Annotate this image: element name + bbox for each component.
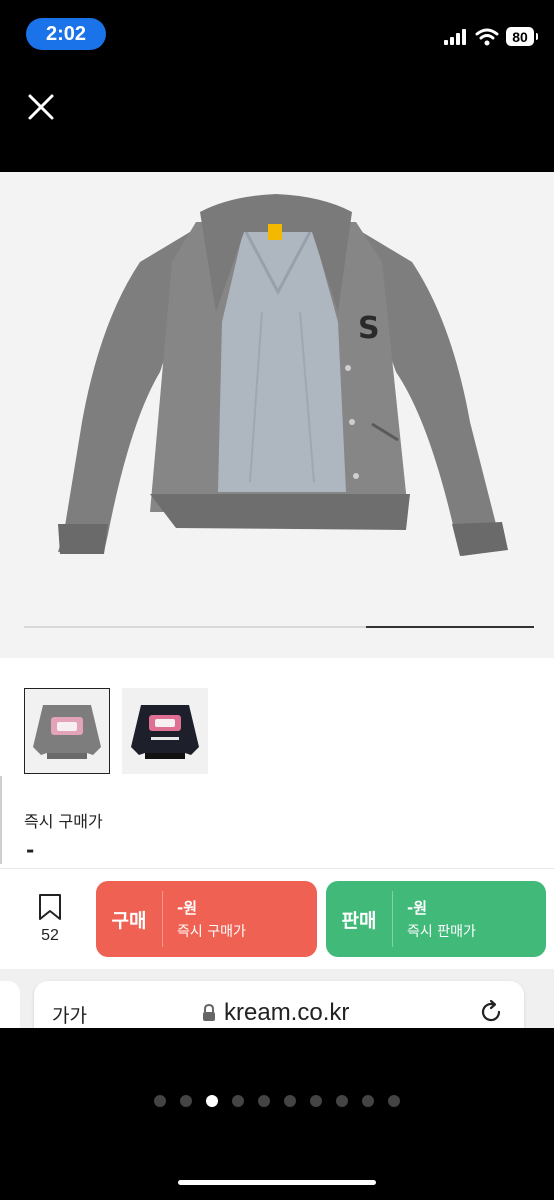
svg-text:S: S: [358, 311, 380, 346]
screenshot-viewer: S 즉시 구매가 - 52 구매 -원 즉시 구매가 판매 -원 즉시 판매가 …: [0, 172, 554, 1028]
page-dot[interactable]: [336, 1095, 348, 1107]
bookmark-count: 52: [41, 927, 59, 944]
page-dot[interactable]: [388, 1095, 400, 1107]
page-dot[interactable]: [362, 1095, 374, 1107]
buy-button[interactable]: 구매 -원 즉시 구매가: [96, 881, 317, 957]
page-dot[interactable]: [284, 1095, 296, 1107]
previous-tab-card[interactable]: [0, 981, 20, 1028]
sell-button[interactable]: 판매 -원 즉시 판매가: [326, 881, 546, 957]
sell-label: 판매: [341, 909, 377, 932]
page-dot[interactable]: [258, 1095, 270, 1107]
browser-toolbar: 가가 kream.co.kr: [0, 969, 554, 1028]
bookmark-button[interactable]: 52: [28, 893, 72, 945]
lock-icon: [203, 1004, 215, 1021]
page-indicator[interactable]: [154, 1095, 400, 1107]
status-time: 2:02: [26, 18, 106, 50]
page-dot[interactable]: [232, 1095, 244, 1107]
status-icons: 80: [444, 27, 538, 46]
url-text: kream.co.kr: [224, 999, 350, 1026]
page-dot[interactable]: [206, 1095, 218, 1107]
buy-price: -원: [177, 899, 198, 917]
wifi-icon: [475, 28, 499, 45]
product-main-image[interactable]: S: [0, 172, 554, 658]
url-display[interactable]: kream.co.kr: [202, 999, 349, 1027]
sell-info: -원 즉시 판매가: [393, 897, 476, 941]
battery-indicator: 80: [506, 27, 538, 46]
page-dot[interactable]: [180, 1095, 192, 1107]
close-button[interactable]: [22, 88, 60, 126]
thumbnail-list: [24, 688, 208, 774]
sell-sub-label: 즉시 판매가: [407, 924, 476, 940]
buy-label: 구매: [111, 909, 147, 932]
buy-sub-label: 즉시 구매가: [177, 924, 246, 940]
thumbnail-gray-jacket[interactable]: [24, 688, 110, 774]
reload-icon[interactable]: [478, 999, 504, 1025]
page-dot[interactable]: [310, 1095, 322, 1107]
edge-divider: [0, 776, 2, 864]
black-jacket-thumb-image: [131, 705, 199, 759]
bookmark-icon: [39, 894, 61, 920]
purchase-action-bar: 52 구매 -원 즉시 구매가 판매 -원 즉시 판매가: [0, 868, 554, 970]
thumbnail-black-jacket[interactable]: [122, 688, 208, 774]
close-icon: [28, 94, 54, 120]
page-dot[interactable]: [154, 1095, 166, 1107]
instant-price-value: -: [26, 838, 35, 862]
signal-icon: [444, 28, 466, 45]
sell-price: -원: [407, 899, 428, 917]
text-size-button[interactable]: 가가: [52, 1001, 87, 1028]
address-bar[interactable]: 가가 kream.co.kr: [34, 981, 524, 1028]
gallery-progress-track: [24, 626, 534, 628]
home-indicator[interactable]: [178, 1180, 376, 1185]
status-bar: 2:02 80: [0, 0, 554, 70]
jacket-image: S: [58, 194, 508, 556]
buy-info: -원 즉시 구매가: [163, 897, 246, 941]
instant-price-label: 즉시 구매가: [24, 812, 103, 831]
gallery-progress-fill: [365, 626, 534, 628]
gray-jacket-thumb-image: [33, 705, 101, 759]
